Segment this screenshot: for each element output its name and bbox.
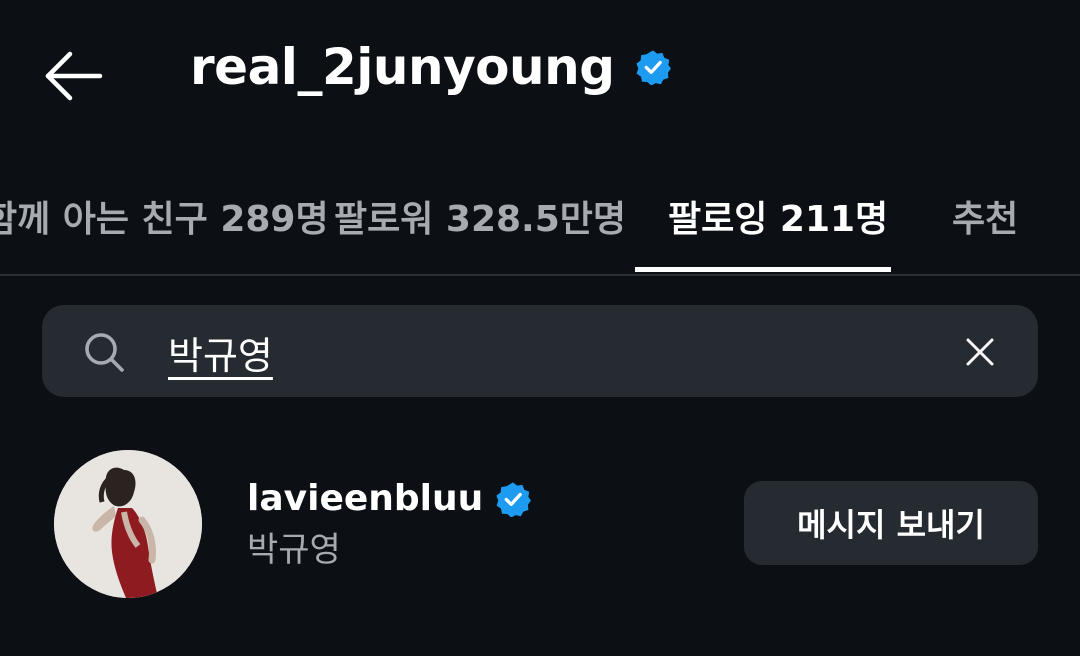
tab-mutual-friends[interactable]: 함께 아는 친구 289명 (0, 190, 329, 242)
close-icon[interactable] (962, 334, 998, 370)
verified-badge-icon (495, 481, 532, 518)
profile-photo (54, 450, 202, 598)
search-icon (85, 333, 124, 372)
list-item[interactable]: lavieenbluu 박규영 메시지 보내기 (0, 440, 1080, 610)
full-name: 박규영 (247, 530, 341, 570)
avatar[interactable] (54, 450, 202, 598)
send-message-button[interactable]: 메시지 보내기 (744, 481, 1038, 565)
page-title: real_2junyoung (190, 38, 615, 96)
profile-title: real_2junyoung (190, 38, 671, 96)
back-button[interactable] (42, 48, 106, 104)
active-tab-indicator (635, 267, 891, 272)
tab-followers[interactable]: 팔로워 328.5만명 (334, 190, 626, 242)
tab-following[interactable]: 팔로잉 211명 (668, 190, 888, 242)
search-input[interactable] (168, 322, 928, 382)
top-header: real_2junyoung (0, 0, 1080, 150)
username[interactable]: lavieenbluu (247, 478, 483, 519)
username-row: lavieenbluu (247, 478, 532, 519)
tab-suggested[interactable]: 추천 (952, 190, 1018, 242)
verified-badge-icon (635, 49, 671, 85)
follow-tabs: 함께 아는 친구 289명 팔로워 328.5만명 팔로잉 211명 추천 (0, 150, 1080, 276)
arrow-left-icon (45, 51, 103, 101)
